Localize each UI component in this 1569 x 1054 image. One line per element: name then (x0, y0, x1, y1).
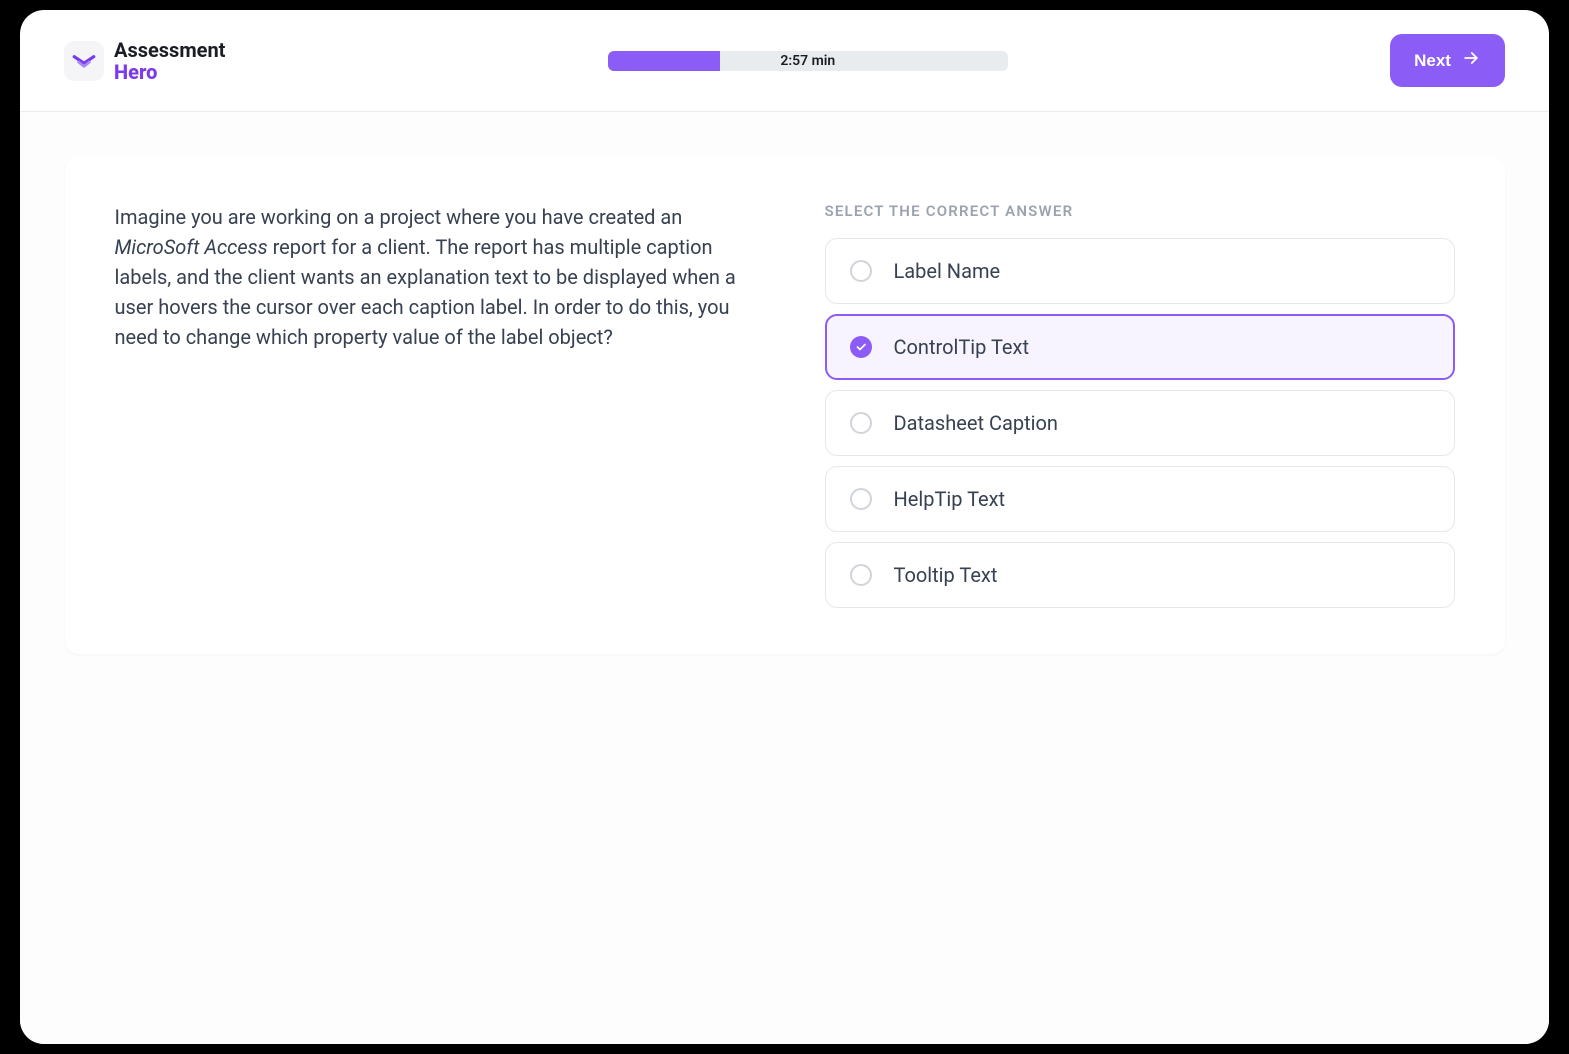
answer-option-1[interactable]: ControlTip Text (825, 314, 1455, 380)
answer-option-0[interactable]: Label Name (825, 238, 1455, 304)
answer-column: SELECT THE CORRECT ANSWER Label Name Con… (825, 202, 1455, 608)
progress-time-label: 2:57 min (780, 53, 835, 69)
logo-icon (64, 41, 104, 81)
question-card: Imagine you are working on a project whe… (65, 156, 1505, 654)
question-italic: MicroSoft Access (115, 235, 268, 259)
radio-icon (850, 412, 872, 434)
answer-options: Label Name ControlTip Text Datasheet Cap… (825, 238, 1455, 608)
option-label: Datasheet Caption (894, 411, 1058, 435)
option-label: Label Name (894, 259, 1001, 283)
answer-option-4[interactable]: Tooltip Text (825, 542, 1455, 608)
question-prefix: Imagine you are working on a project whe… (115, 205, 683, 229)
logo-text: Assessment Hero (114, 39, 225, 83)
radio-checked-icon (850, 336, 872, 358)
logo: Assessment Hero (64, 39, 225, 83)
logo-line2: Hero (114, 61, 225, 83)
next-button[interactable]: Next (1390, 34, 1505, 87)
logo-line1: Assessment (114, 39, 225, 61)
option-label: Tooltip Text (894, 563, 998, 587)
radio-icon (850, 564, 872, 586)
progress-fill (608, 51, 720, 71)
answer-option-3[interactable]: HelpTip Text (825, 466, 1455, 532)
next-button-label: Next (1414, 51, 1451, 71)
answer-heading: SELECT THE CORRECT ANSWER (825, 202, 1455, 220)
answer-option-2[interactable]: Datasheet Caption (825, 390, 1455, 456)
content-area: Imagine you are working on a project whe… (20, 112, 1549, 1044)
radio-icon (850, 488, 872, 510)
radio-icon (850, 260, 872, 282)
option-label: HelpTip Text (894, 487, 1006, 511)
header: Assessment Hero 2:57 min Next (20, 10, 1549, 112)
progress-bar: 2:57 min (608, 51, 1008, 71)
arrow-right-icon (1461, 48, 1481, 73)
question-text: Imagine you are working on a project whe… (115, 202, 745, 608)
option-label: ControlTip Text (894, 335, 1030, 359)
app-window: Assessment Hero 2:57 min Next Imagine yo… (20, 10, 1549, 1044)
